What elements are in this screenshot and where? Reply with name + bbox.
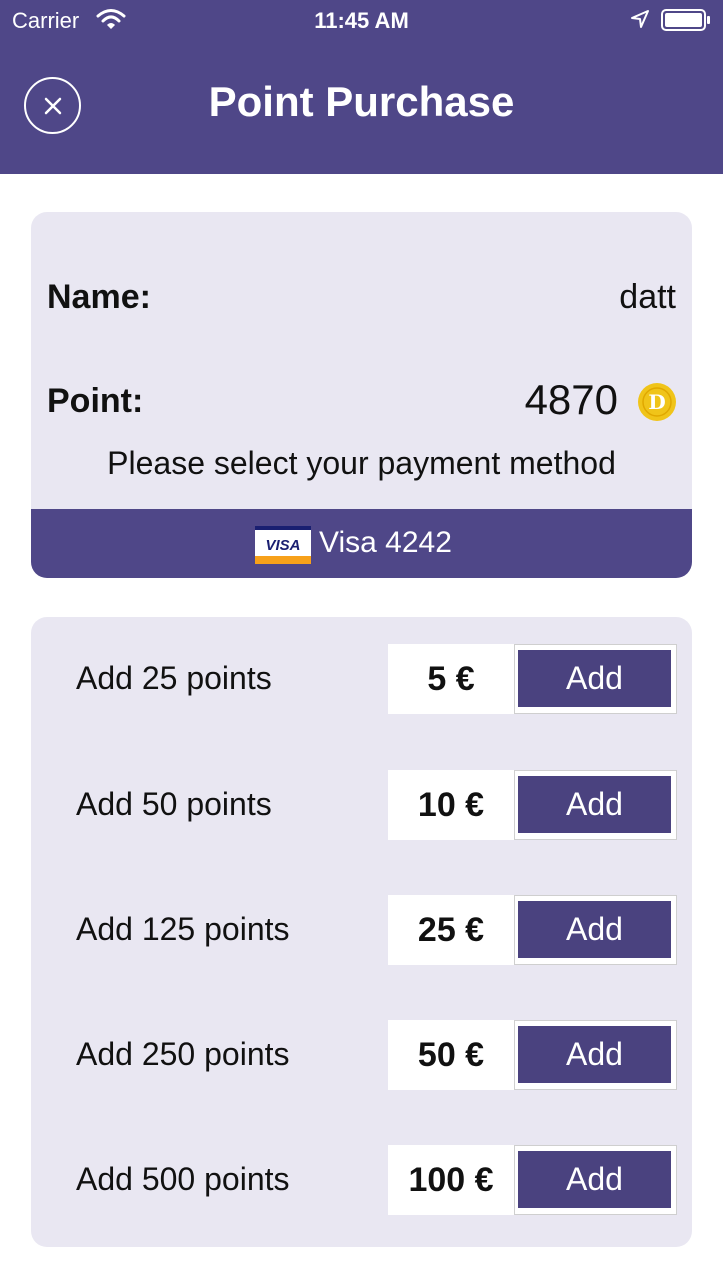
account-info-card: Name: datt Point: 4870 D Please select y… xyxy=(31,212,692,578)
package-label: Add 50 points xyxy=(76,786,272,822)
name-value: datt xyxy=(619,278,676,316)
add-button[interactable]: Add xyxy=(518,650,671,707)
add-button[interactable]: Add xyxy=(518,1026,671,1083)
package-label: Add 500 points xyxy=(76,1161,290,1197)
package-price: 50 € xyxy=(388,1020,514,1090)
payment-method-prompt: Please select your payment method xyxy=(107,445,616,481)
package-label: Add 125 points xyxy=(76,911,290,947)
page-title: Point Purchase xyxy=(208,78,515,125)
package-price: 10 € xyxy=(388,770,514,840)
point-label: Point: xyxy=(47,382,144,420)
status-time: 11:45 AM xyxy=(314,8,409,33)
payment-method-label: Visa 4242 xyxy=(319,526,452,559)
package-row: Add 125 points 25 € Add xyxy=(31,895,692,965)
add-button[interactable]: Add xyxy=(518,776,671,833)
package-price: 5 € xyxy=(388,644,514,714)
package-label: Add 25 points xyxy=(76,660,272,696)
status-bar: Carrier 11:45 AM xyxy=(0,0,723,40)
location-arrow-icon xyxy=(631,10,649,28)
coin-icon: D xyxy=(638,383,676,421)
package-label: Add 250 points xyxy=(76,1036,290,1072)
header-bar: Carrier 11:45 AM Point Purchase xyxy=(0,0,723,174)
package-row: Add 25 points 5 € Add xyxy=(31,644,692,714)
name-label: Name: xyxy=(47,278,151,316)
visa-brand-text: VISA xyxy=(265,537,300,554)
add-button[interactable]: Add xyxy=(518,901,671,958)
visa-card-icon: VISA xyxy=(255,526,311,564)
payment-method-button[interactable]: VISA Visa 4242 xyxy=(31,509,692,578)
battery-icon xyxy=(661,9,710,31)
package-row: Add 500 points 100 € Add xyxy=(31,1145,692,1215)
point-packages-card: Add 25 points 5 € Add Add 50 points 10 €… xyxy=(31,617,692,1247)
package-row: Add 250 points 50 € Add xyxy=(31,1020,692,1090)
add-button[interactable]: Add xyxy=(518,1151,671,1208)
point-balance: 4870 xyxy=(524,376,618,423)
package-price: 100 € xyxy=(388,1145,514,1215)
package-price: 25 € xyxy=(388,895,514,965)
coin-symbol: D xyxy=(648,390,665,414)
package-row: Add 50 points 10 € Add xyxy=(31,770,692,840)
